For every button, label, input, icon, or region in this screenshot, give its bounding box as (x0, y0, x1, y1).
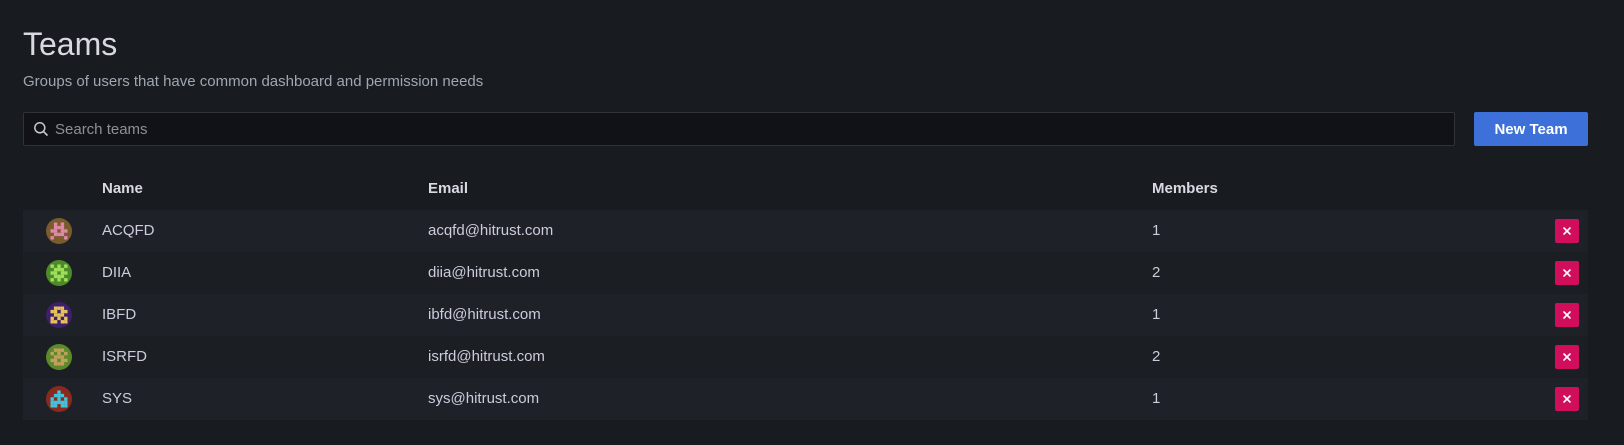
delete-team-button[interactable] (1555, 261, 1579, 285)
delete-team-button[interactable] (1555, 219, 1579, 243)
close-icon (1563, 269, 1571, 277)
team-name[interactable]: ISRFD (102, 348, 147, 365)
team-members-count: 1 (1152, 222, 1161, 239)
new-team-button[interactable]: New Team (1474, 112, 1588, 146)
team-avatar (46, 302, 72, 328)
table-row[interactable]: IBFD ibfd@hitrust.com 1 (23, 294, 1588, 336)
close-icon (1563, 227, 1571, 235)
table-header: Name Email Members (23, 168, 1588, 210)
team-email[interactable]: sys@hitrust.com (428, 390, 539, 407)
close-icon (1563, 395, 1571, 403)
teams-table: Name Email Members ACQFD acqfd@hitrust.co… (23, 168, 1588, 420)
team-email[interactable]: ibfd@hitrust.com (428, 306, 541, 323)
team-email[interactable]: acqfd@hitrust.com (428, 222, 553, 239)
page-subtitle: Groups of users that have common dashboa… (23, 73, 484, 90)
team-avatar (46, 344, 72, 370)
delete-team-button[interactable] (1555, 387, 1579, 411)
search-box[interactable] (23, 112, 1455, 146)
team-name[interactable]: ACQFD (102, 222, 155, 239)
team-name[interactable]: IBFD (102, 306, 136, 323)
team-email[interactable]: isrfd@hitrust.com (428, 348, 545, 365)
table-body: ACQFD acqfd@hitrust.com 1 DIIA diia@hitrust.… (23, 210, 1588, 420)
table-row[interactable]: DIIA diia@hitrust.com 2 (23, 252, 1588, 294)
team-name[interactable]: SYS (102, 390, 132, 407)
search-input[interactable] (49, 112, 1454, 146)
close-icon (1563, 311, 1571, 319)
team-avatar (46, 260, 72, 286)
team-members-count: 1 (1152, 390, 1161, 407)
table-row[interactable]: SYS sys@hitrust.com 1 (23, 378, 1588, 420)
search-icon (33, 121, 49, 137)
delete-team-button[interactable] (1555, 303, 1579, 327)
close-icon (1563, 353, 1571, 361)
column-header-members[interactable]: Members (1152, 180, 1218, 197)
column-header-email[interactable]: Email (428, 180, 468, 197)
delete-team-button[interactable] (1555, 345, 1579, 369)
team-email[interactable]: diia@hitrust.com (428, 264, 540, 281)
table-row[interactable]: ISRFD isrfd@hitrust.com 2 (23, 336, 1588, 378)
team-members-count: 1 (1152, 306, 1161, 323)
teams-page: Teams Groups of users that have common d… (0, 0, 1624, 445)
team-members-count: 2 (1152, 264, 1161, 281)
team-members-count: 2 (1152, 348, 1161, 365)
page-title: Teams (23, 26, 118, 62)
team-avatar (46, 218, 72, 244)
team-avatar (46, 386, 72, 412)
team-name[interactable]: DIIA (102, 264, 131, 281)
table-row[interactable]: ACQFD acqfd@hitrust.com 1 (23, 210, 1588, 252)
column-header-name[interactable]: Name (102, 180, 143, 197)
